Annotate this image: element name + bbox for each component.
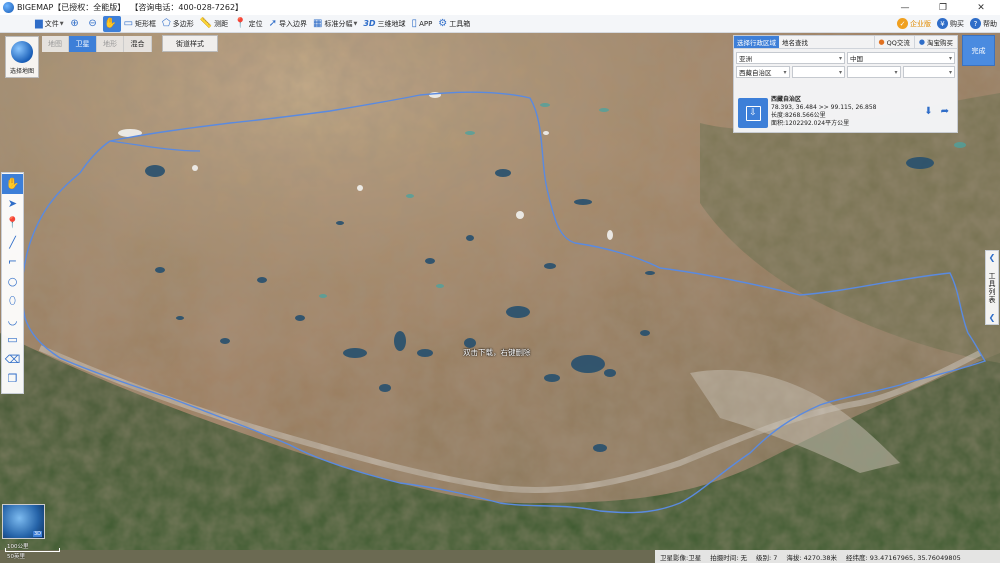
minimize-button[interactable]: —: [886, 0, 924, 15]
status-capture-time: 拍摄时间: 无: [710, 553, 747, 562]
window-title: BIGEMAP【已授权：全能版】 【咨询电话：400-028-7262】: [17, 3, 244, 12]
help-button[interactable]: ? 帮助: [967, 16, 1000, 32]
buy-icon: ¥: [937, 18, 948, 29]
buy-button[interactable]: ¥ 购买: [934, 16, 967, 32]
tab-map[interactable]: 地图: [42, 36, 69, 52]
tab-hybrid[interactable]: 混合: [124, 36, 152, 52]
status-lnglat: 经纬度: 93.47167965, 35.76049805: [846, 553, 961, 562]
toolbox-button[interactable]: ⚙ 工具箱: [435, 16, 473, 32]
rectangle-select-button[interactable]: ▭ 矩形框: [121, 16, 159, 32]
region-coords: 78.393, 36.484 >> 99.115, 26.858: [771, 104, 877, 111]
qq-link[interactable]: ● QQ交流: [873, 36, 914, 48]
download-icon[interactable]: ⬇: [924, 106, 932, 117]
vip-icon: ✓: [897, 18, 908, 29]
share-icon[interactable]: ➦: [941, 106, 949, 117]
country-select[interactable]: 中国: [847, 52, 955, 64]
tab-select-admin-region[interactable]: 选择行政区域: [734, 36, 779, 48]
city-select[interactable]: [791, 66, 845, 78]
rectangle-select-icon: ▭: [123, 17, 134, 29]
minimap[interactable]: 3D: [2, 504, 45, 539]
app-button[interactable]: ▯ APP: [409, 16, 436, 32]
pan-hand-icon[interactable]: ✋: [2, 174, 23, 194]
street-style-button[interactable]: 街道样式: [162, 35, 218, 52]
chevron-left-icon[interactable]: ❮: [989, 253, 996, 262]
polygon-select-icon: ⬠: [162, 17, 171, 29]
polygon-select-button[interactable]: ⬠ 多边形: [159, 16, 197, 32]
chevron-left-icon[interactable]: ❮: [989, 313, 996, 322]
province-select[interactable]: 西藏自治区: [736, 66, 790, 78]
eraser-icon[interactable]: ⌫: [2, 350, 23, 370]
gear-icon: ⚙: [438, 17, 448, 29]
standard-grid-menu[interactable]: ▦ 标准分幅 ▼: [310, 16, 360, 32]
measure-button[interactable]: 📏 测距: [197, 16, 231, 32]
marker-icon[interactable]: 📍: [2, 213, 23, 233]
finish-button[interactable]: 完成: [962, 35, 995, 66]
import-boundary-button[interactable]: ➚ 导入边界: [266, 16, 310, 32]
grid-icon: ▦: [313, 17, 323, 29]
drawing-palette: ✋ ➤ 📍 ╱ ⌐ ○ ⬯ ◡ ▭ ⌫ ❐: [1, 172, 24, 394]
tab-satellite[interactable]: 卫星: [69, 36, 97, 52]
app-logo-icon: [3, 2, 14, 13]
pan-button[interactable]: ✋: [102, 15, 121, 32]
minimap-3d-badge[interactable]: 3D: [32, 531, 42, 537]
file-menu[interactable]: ▆ 文件 ▼: [32, 16, 67, 32]
continent-select[interactable]: 亚洲: [736, 52, 845, 64]
zoom-in-icon: ⊕: [70, 17, 79, 29]
help-icon: ?: [970, 18, 981, 29]
region-name: 西藏自治区: [771, 96, 802, 103]
3d-earth-button[interactable]: 3D 三维地球: [360, 16, 408, 32]
rectangle-icon[interactable]: ▭: [2, 330, 23, 350]
scale-imperial: 50英里: [7, 554, 25, 560]
map-type-tabs: 地图 卫星 地形 混合: [42, 36, 152, 52]
region-download-icon[interactable]: ⇩: [738, 98, 768, 128]
circle-icon[interactable]: ○: [2, 272, 23, 292]
3d-icon: 3D: [363, 19, 376, 28]
pan-hand-icon: ✋: [104, 17, 117, 29]
taobao-icon: ●: [918, 38, 925, 46]
zoom-in-button[interactable]: ⊕: [67, 16, 85, 32]
status-level: 级别: 7: [755, 553, 778, 562]
locate-icon: 📍: [234, 17, 247, 29]
select-map-button[interactable]: 选择地图: [5, 36, 39, 78]
app-icon: ▯: [411, 17, 418, 29]
region-panel: 选择行政区域 地名查找 ●QQ交流 ●淘宝购买 亚洲 中国 西藏自治区 ⇩ 西藏…: [733, 35, 958, 133]
maximize-button[interactable]: ❐: [924, 0, 962, 15]
region-area: 面积:1202292.024平方公里: [771, 120, 850, 127]
qq-icon: ●: [878, 38, 885, 46]
pointer-icon[interactable]: ➤: [2, 194, 23, 214]
tab-place-search[interactable]: 地名查找: [779, 36, 811, 48]
main-toolbar: ▆ 文件 ▼ ⊕ ⊖ ✋ ▭ 矩形框 ⬠ 多边形 📏 测距 📍 定位 ➚ 导入边界 ▦ 标准分…: [0, 15, 1000, 33]
folder-icon: ▆: [35, 17, 43, 29]
polyline-icon[interactable]: ⌐: [2, 252, 23, 272]
ellipse-icon[interactable]: ⬯: [2, 291, 23, 311]
close-button[interactable]: ✕: [962, 0, 1000, 15]
county-select[interactable]: [847, 66, 901, 78]
title-bar: BIGEMAP【已授权：全能版】 【咨询电话：400-028-7262】 — ❐…: [0, 0, 1000, 15]
import-boundary-icon: ➚: [268, 17, 278, 29]
measure-icon: 📏: [199, 17, 213, 29]
globe-icon: [11, 41, 33, 63]
layers-icon[interactable]: ❐: [2, 369, 23, 389]
zoom-out-button[interactable]: ⊖: [85, 16, 103, 32]
tool-list-panel[interactable]: ❮ 工具列表 ❮: [985, 250, 999, 325]
region-perimeter: 长度:8268.566公里: [771, 112, 826, 119]
status-altitude: 海拔: 4270.38米: [786, 553, 838, 562]
status-layer: 卫星影像:卫星: [660, 553, 702, 562]
map-hint: 双击下载，右键删除: [463, 348, 531, 357]
enterprise-edition-button[interactable]: ✓ 企业版: [894, 16, 934, 32]
tab-terrain[interactable]: 地形: [97, 36, 124, 52]
zoom-out-icon: ⊖: [88, 17, 97, 29]
locate-button[interactable]: 📍 定位: [231, 16, 265, 32]
town-select[interactable]: [902, 66, 956, 78]
arc-icon[interactable]: ◡: [2, 311, 23, 331]
tool-list-label: 工具列表: [988, 271, 996, 304]
status-bar: 卫星影像:卫星 拍摄时间: 无 级别: 7 海拔: 4270.38米 经纬度: …: [655, 550, 1000, 563]
taobao-link[interactable]: ● 淘宝购买: [913, 36, 957, 48]
line-icon[interactable]: ╱: [2, 233, 23, 253]
